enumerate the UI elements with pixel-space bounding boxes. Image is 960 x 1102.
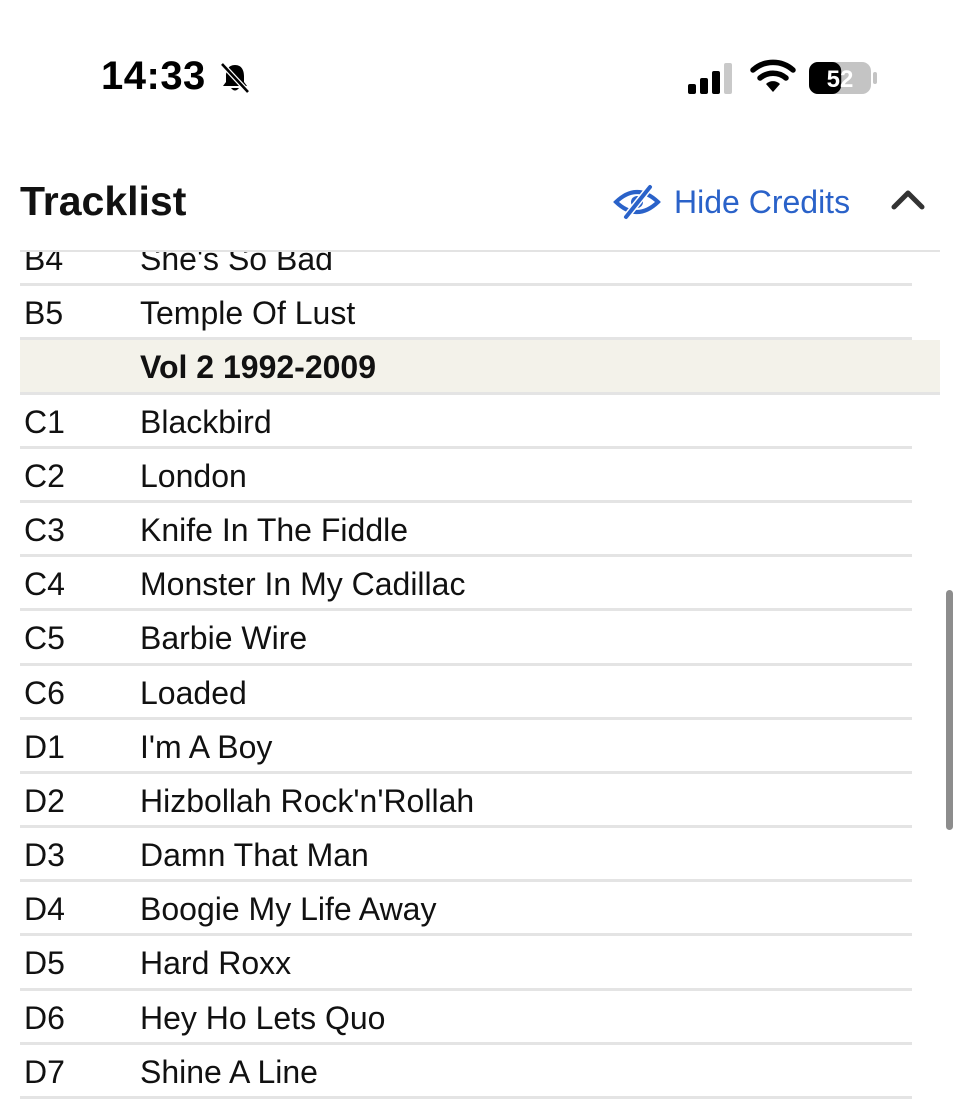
battery-icon: 52 (809, 62, 877, 94)
track-row: D2 Hizbollah Rock'n'Rollah (20, 774, 912, 829)
status-time: 14:33 (101, 54, 206, 98)
track-row: D7 Shine A Line (20, 1045, 912, 1099)
track-title: Blackbird (140, 403, 272, 440)
track-row: C5 Barbie Wire (20, 611, 912, 666)
track-row: D4 Boogie My Life Away (20, 882, 912, 937)
track-title: Temple Of Lust (140, 295, 356, 332)
tracklist: B4 She's So Bad B5 Temple Of Lust Vol 2 1992… (0, 250, 960, 1102)
track-position: D2 (24, 782, 65, 819)
track-position: C5 (24, 620, 65, 657)
track-position: C4 (24, 566, 65, 603)
track-title: Hizbollah Rock'n'Rollah (140, 782, 475, 819)
track-title: Knife In The Fiddle (140, 511, 409, 548)
track-heading-row: Vol 2 1992-2009 (20, 340, 940, 395)
track-position: D6 (24, 999, 65, 1036)
track-row: D5 Hard Roxx (20, 936, 912, 991)
track-position: C3 (24, 511, 65, 548)
page-title: Tracklist (20, 178, 187, 224)
bell-slash-icon (220, 62, 250, 94)
track-heading-title: Vol 2 1992-2009 (140, 349, 377, 386)
track-position: D4 (24, 891, 65, 928)
track-rows: B4 She's So Bad B5 Temple Of Lust Vol 2 1992… (0, 250, 960, 1099)
track-row: B4 She's So Bad (20, 250, 912, 287)
track-title: Hey Ho Lets Quo (140, 999, 386, 1036)
tracklist-header: Tracklist Hide Credits (0, 160, 960, 250)
track-row: D1 I'm A Boy (20, 720, 912, 774)
eye-slash-icon (613, 184, 661, 220)
cellular-signal-icon (688, 63, 732, 94)
track-position: B4 (24, 250, 64, 277)
track-row: C2 London (20, 449, 912, 503)
track-row: D3 Damn That Man (20, 828, 912, 883)
track-position: C1 (24, 403, 65, 440)
track-title: She's So Bad (140, 250, 333, 277)
battery-percent: 52 (827, 66, 854, 93)
track-title: Boogie My Life Away (140, 891, 437, 928)
track-position: B5 (24, 295, 64, 332)
track-position: D5 (24, 945, 65, 982)
track-position: C6 (24, 674, 65, 711)
track-title: London (140, 457, 247, 494)
status-bar: 14:33 52 (0, 0, 960, 150)
hide-credits-label: Hide Credits (674, 183, 851, 220)
header-divider (20, 250, 940, 252)
scrollbar[interactable] (946, 590, 953, 830)
track-row: D6 Hey Ho Lets Quo (20, 991, 912, 1045)
track-row: C4 Monster In My Cadillac (20, 557, 912, 612)
wifi-icon (750, 59, 796, 92)
track-row: C1 Blackbird (20, 395, 912, 449)
track-title: Loaded (140, 674, 247, 711)
track-row: B5 Temple Of Lust (20, 286, 912, 341)
track-position: C2 (24, 457, 65, 494)
track-row: C3 Knife In The Fiddle (20, 503, 912, 558)
track-title: Shine A Line (140, 1053, 318, 1090)
track-title: Hard Roxx (140, 945, 292, 982)
track-row: C6 Loaded (20, 666, 912, 720)
chevron-up-icon[interactable] (890, 182, 926, 218)
hide-credits-button[interactable]: Hide Credits (612, 180, 850, 224)
track-title: Barbie Wire (140, 620, 308, 657)
track-position: D1 (24, 728, 65, 765)
track-position: D7 (24, 1053, 65, 1090)
track-title: Monster In My Cadillac (140, 566, 466, 603)
track-position: D3 (24, 837, 65, 874)
track-title: I'm A Boy (140, 728, 273, 765)
track-title: Damn That Man (140, 837, 369, 874)
